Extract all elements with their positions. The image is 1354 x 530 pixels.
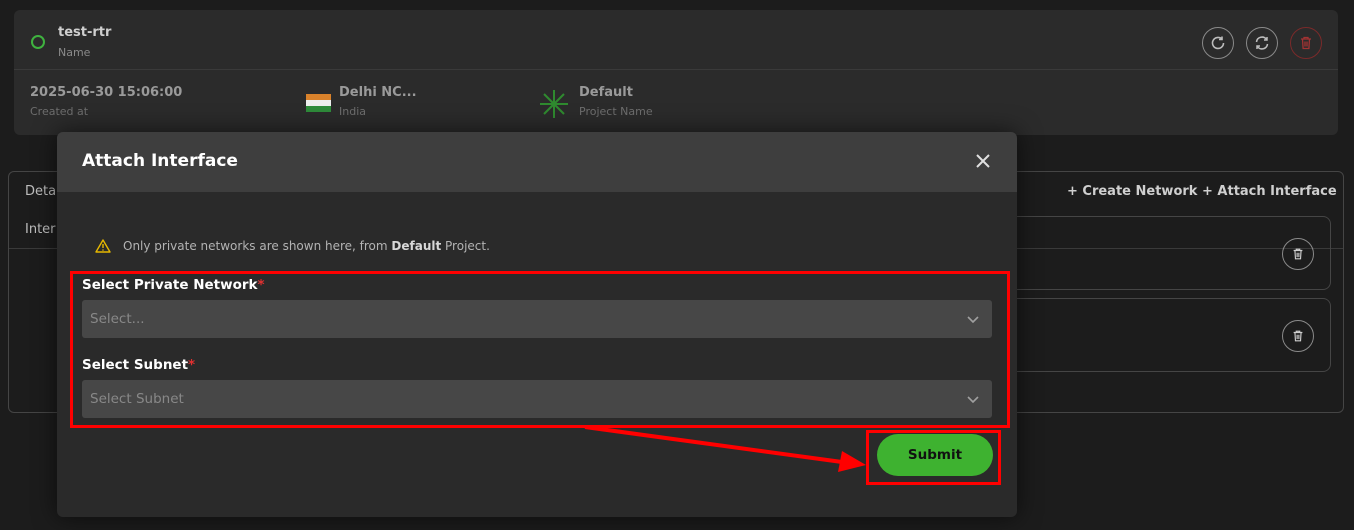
router-name-label: Name <box>58 46 91 59</box>
created-at-label: Created at <box>30 105 89 118</box>
interface-row <box>1009 298 1331 372</box>
private-network-select[interactable]: Select... <box>82 300 992 338</box>
close-button[interactable] <box>975 153 991 169</box>
required-mark: * <box>257 277 265 293</box>
tab-details[interactable]: Deta <box>25 184 56 199</box>
country-label: India <box>339 105 366 118</box>
subnet-select[interactable]: Select Subnet <box>82 380 992 418</box>
subnet-placeholder: Select Subnet <box>90 391 184 407</box>
router-header: test-rtr Name <box>14 10 1338 70</box>
trash-icon <box>1301 36 1311 50</box>
location-block: Delhi NC... India <box>339 85 417 118</box>
info-note: Only private networks are shown here, fr… <box>95 239 490 253</box>
router-name: test-rtr <box>58 25 112 40</box>
attach-interface-modal: Attach Interface Only private networks a… <box>57 132 1017 517</box>
subnet-field-label: Select Subnet* <box>82 357 196 373</box>
project-value: Default <box>579 85 633 100</box>
attach-interface-link[interactable]: + Attach Interface <box>1202 184 1337 199</box>
created-at-block: 2025-06-30 15:06:00 Created at <box>30 85 182 118</box>
reboot-button[interactable] <box>1202 27 1234 59</box>
info-note-text: Only private networks are shown here, fr… <box>123 239 490 253</box>
created-at-value: 2025-06-30 15:06:00 <box>30 85 183 100</box>
sync-icon <box>1255 36 1269 50</box>
note-project-name: Default <box>391 239 442 253</box>
sync-button[interactable] <box>1246 27 1278 59</box>
project-block: Default Project Name <box>579 85 653 118</box>
trash-icon <box>1293 330 1303 342</box>
delete-router-button[interactable] <box>1290 27 1322 59</box>
status-indicator-icon <box>31 35 45 49</box>
chevron-down-icon <box>967 316 979 324</box>
router-card: test-rtr Name 2025-06-30 15:06:00 Create… <box>14 10 1338 135</box>
submit-button[interactable]: Submit <box>877 434 993 476</box>
required-mark: * <box>188 357 196 373</box>
location-value: Delhi NC... <box>339 85 417 100</box>
chevron-down-icon <box>967 396 979 404</box>
network-field-label: Select Private Network* <box>82 277 265 293</box>
delete-interface-button[interactable] <box>1282 238 1314 270</box>
trash-icon <box>1293 248 1303 260</box>
project-icon <box>540 90 568 118</box>
warning-icon <box>95 239 111 253</box>
modal-header: Attach Interface <box>57 132 1017 192</box>
modal-title: Attach Interface <box>82 151 238 171</box>
delete-interface-button[interactable] <box>1282 320 1314 352</box>
reboot-icon <box>1211 36 1225 50</box>
create-network-link[interactable]: + Create Network <box>1067 184 1197 199</box>
project-label: Project Name <box>579 105 653 118</box>
close-icon <box>976 154 990 168</box>
india-flag-icon <box>306 94 331 112</box>
network-placeholder: Select... <box>90 311 145 327</box>
interface-row <box>1009 216 1331 290</box>
tab-interfaces[interactable]: Inter <box>25 222 56 237</box>
